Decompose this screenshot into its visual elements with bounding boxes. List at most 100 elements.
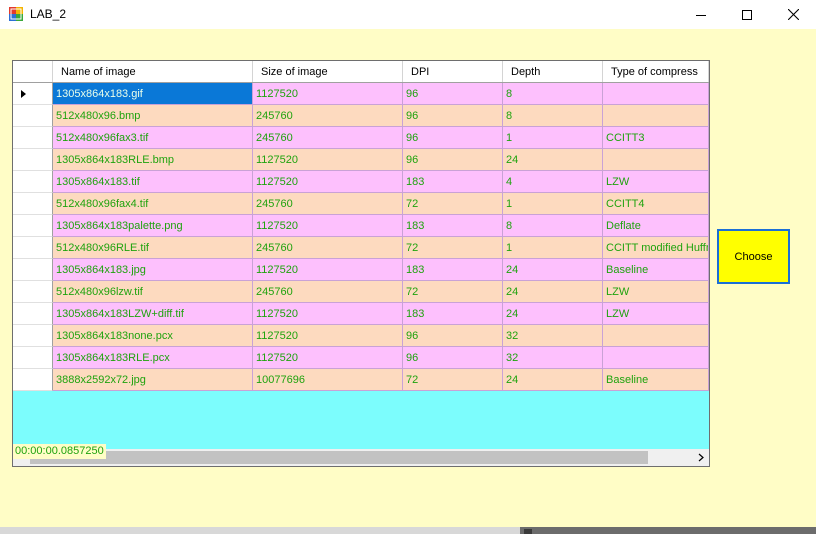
cell-size[interactable]: 245760 — [253, 127, 403, 149]
images-data-grid[interactable]: Name of image Size of image DPI Depth Ty… — [12, 60, 710, 467]
cell-size[interactable]: 1127520 — [253, 83, 403, 105]
cell-size[interactable]: 245760 — [253, 281, 403, 303]
row-header[interactable] — [13, 171, 53, 193]
cell-size[interactable]: 1127520 — [253, 215, 403, 237]
table-row[interactable]: 512x480x96fax3.tif 245760 96 1 CCITT3 — [13, 127, 709, 149]
cell-size[interactable]: 1127520 — [253, 171, 403, 193]
scroll-right-button[interactable] — [692, 449, 709, 466]
maximize-button[interactable] — [724, 0, 770, 29]
cell-dpi[interactable]: 96 — [403, 325, 503, 347]
cell-dpi[interactable]: 96 — [403, 347, 503, 369]
table-row[interactable]: 1305x864x183LZW+diff.tif 1127520 183 24 … — [13, 303, 709, 325]
horizontal-scrollbar[interactable] — [13, 449, 709, 466]
cell-size[interactable]: 1127520 — [253, 303, 403, 325]
cell-depth[interactable]: 8 — [503, 105, 603, 127]
table-row[interactable]: 1305x864x183.tif 1127520 183 4 LZW — [13, 171, 709, 193]
cell-compression[interactable]: Baseline — [603, 369, 709, 391]
cell-compression[interactable] — [603, 347, 709, 369]
table-row[interactable]: 1305x864x183palette.png 1127520 183 8 De… — [13, 215, 709, 237]
column-header-name[interactable]: Name of image — [53, 61, 253, 82]
cell-size[interactable]: 10077696 — [253, 369, 403, 391]
table-row[interactable]: 1305x864x183RLE.pcx 1127520 96 32 — [13, 347, 709, 369]
close-button[interactable] — [770, 0, 816, 29]
cell-dpi[interactable]: 96 — [403, 127, 503, 149]
table-row[interactable]: 1305x864x183none.pcx 1127520 96 32 — [13, 325, 709, 347]
cell-compression[interactable] — [603, 83, 709, 105]
cell-dpi[interactable]: 96 — [403, 105, 503, 127]
cell-depth[interactable]: 1 — [503, 237, 603, 259]
cell-compression[interactable]: CCITT modified Huffm — [603, 237, 709, 259]
row-header[interactable] — [13, 83, 53, 105]
table-row[interactable]: 512x480x96.bmp 245760 96 8 — [13, 105, 709, 127]
row-header[interactable] — [13, 259, 53, 281]
cell-name[interactable]: 512x480x96fax4.tif — [53, 193, 253, 215]
cell-dpi[interactable]: 96 — [403, 149, 503, 171]
cell-compression[interactable]: CCITT3 — [603, 127, 709, 149]
cell-dpi[interactable]: 183 — [403, 215, 503, 237]
cell-size[interactable]: 1127520 — [253, 347, 403, 369]
cell-depth[interactable]: 32 — [503, 347, 603, 369]
cell-dpi[interactable]: 72 — [403, 193, 503, 215]
choose-button[interactable]: Choose — [717, 229, 790, 284]
row-header[interactable] — [13, 325, 53, 347]
table-row[interactable]: 3888x2592x72.jpg 10077696 72 24 Baseline — [13, 369, 709, 391]
cell-compression[interactable]: Deflate — [603, 215, 709, 237]
column-header-dpi[interactable]: DPI — [403, 61, 503, 82]
cell-name[interactable]: 1305x864x183none.pcx — [53, 325, 253, 347]
cell-depth[interactable]: 4 — [503, 171, 603, 193]
cell-name[interactable]: 1305x864x183.gif — [53, 83, 253, 105]
cell-compression[interactable] — [603, 325, 709, 347]
row-header[interactable] — [13, 303, 53, 325]
cell-compression[interactable]: LZW — [603, 281, 709, 303]
cell-depth[interactable]: 24 — [503, 303, 603, 325]
column-header-depth[interactable]: Depth — [503, 61, 603, 82]
table-row[interactable]: 512x480x96fax4.tif 245760 72 1 CCITT4 — [13, 193, 709, 215]
row-header[interactable] — [13, 281, 53, 303]
cell-dpi[interactable]: 96 — [403, 83, 503, 105]
row-header-corner[interactable] — [13, 61, 53, 82]
scroll-thumb[interactable] — [30, 451, 648, 464]
row-header[interactable] — [13, 193, 53, 215]
cell-depth[interactable]: 1 — [503, 193, 603, 215]
cell-name[interactable]: 1305x864x183RLE.pcx — [53, 347, 253, 369]
cell-name[interactable]: 1305x864x183.jpg — [53, 259, 253, 281]
cell-dpi[interactable]: 72 — [403, 281, 503, 303]
cell-compression[interactable]: Baseline — [603, 259, 709, 281]
cell-dpi[interactable]: 183 — [403, 259, 503, 281]
row-header[interactable] — [13, 237, 53, 259]
column-header-size[interactable]: Size of image — [253, 61, 403, 82]
cell-size[interactable]: 245760 — [253, 237, 403, 259]
cell-name[interactable]: 3888x2592x72.jpg — [53, 369, 253, 391]
cell-depth[interactable]: 8 — [503, 215, 603, 237]
cell-name[interactable]: 512x480x96RLE.tif — [53, 237, 253, 259]
cell-name[interactable]: 1305x864x183RLE.bmp — [53, 149, 253, 171]
cell-depth[interactable]: 24 — [503, 369, 603, 391]
row-header[interactable] — [13, 149, 53, 171]
row-header[interactable] — [13, 347, 53, 369]
table-row[interactable]: 1305x864x183RLE.bmp 1127520 96 24 — [13, 149, 709, 171]
table-row[interactable]: 1305x864x183.gif 1127520 96 8 — [13, 83, 709, 105]
row-header[interactable] — [13, 127, 53, 149]
cell-depth[interactable]: 24 — [503, 149, 603, 171]
table-row[interactable]: 1305x864x183.jpg 1127520 183 24 Baseline — [13, 259, 709, 281]
table-row[interactable]: 512x480x96RLE.tif 245760 72 1 CCITT modi… — [13, 237, 709, 259]
cell-size[interactable]: 1127520 — [253, 259, 403, 281]
cell-name[interactable]: 512x480x96lzw.tif — [53, 281, 253, 303]
minimize-button[interactable] — [678, 0, 724, 29]
cell-dpi[interactable]: 183 — [403, 171, 503, 193]
cell-dpi[interactable]: 183 — [403, 303, 503, 325]
row-header[interactable] — [13, 105, 53, 127]
row-header[interactable] — [13, 215, 53, 237]
cell-size[interactable]: 1127520 — [253, 325, 403, 347]
table-row[interactable]: 512x480x96lzw.tif 245760 72 24 LZW — [13, 281, 709, 303]
cell-depth[interactable]: 32 — [503, 325, 603, 347]
cell-size[interactable]: 245760 — [253, 193, 403, 215]
cell-compression[interactable]: LZW — [603, 171, 709, 193]
cell-compression[interactable]: CCITT4 — [603, 193, 709, 215]
cell-dpi[interactable]: 72 — [403, 237, 503, 259]
cell-name[interactable]: 512x480x96fax3.tif — [53, 127, 253, 149]
cell-dpi[interactable]: 72 — [403, 369, 503, 391]
column-header-compression[interactable]: Type of compress — [603, 61, 709, 82]
cell-size[interactable]: 245760 — [253, 105, 403, 127]
row-header[interactable] — [13, 369, 53, 391]
